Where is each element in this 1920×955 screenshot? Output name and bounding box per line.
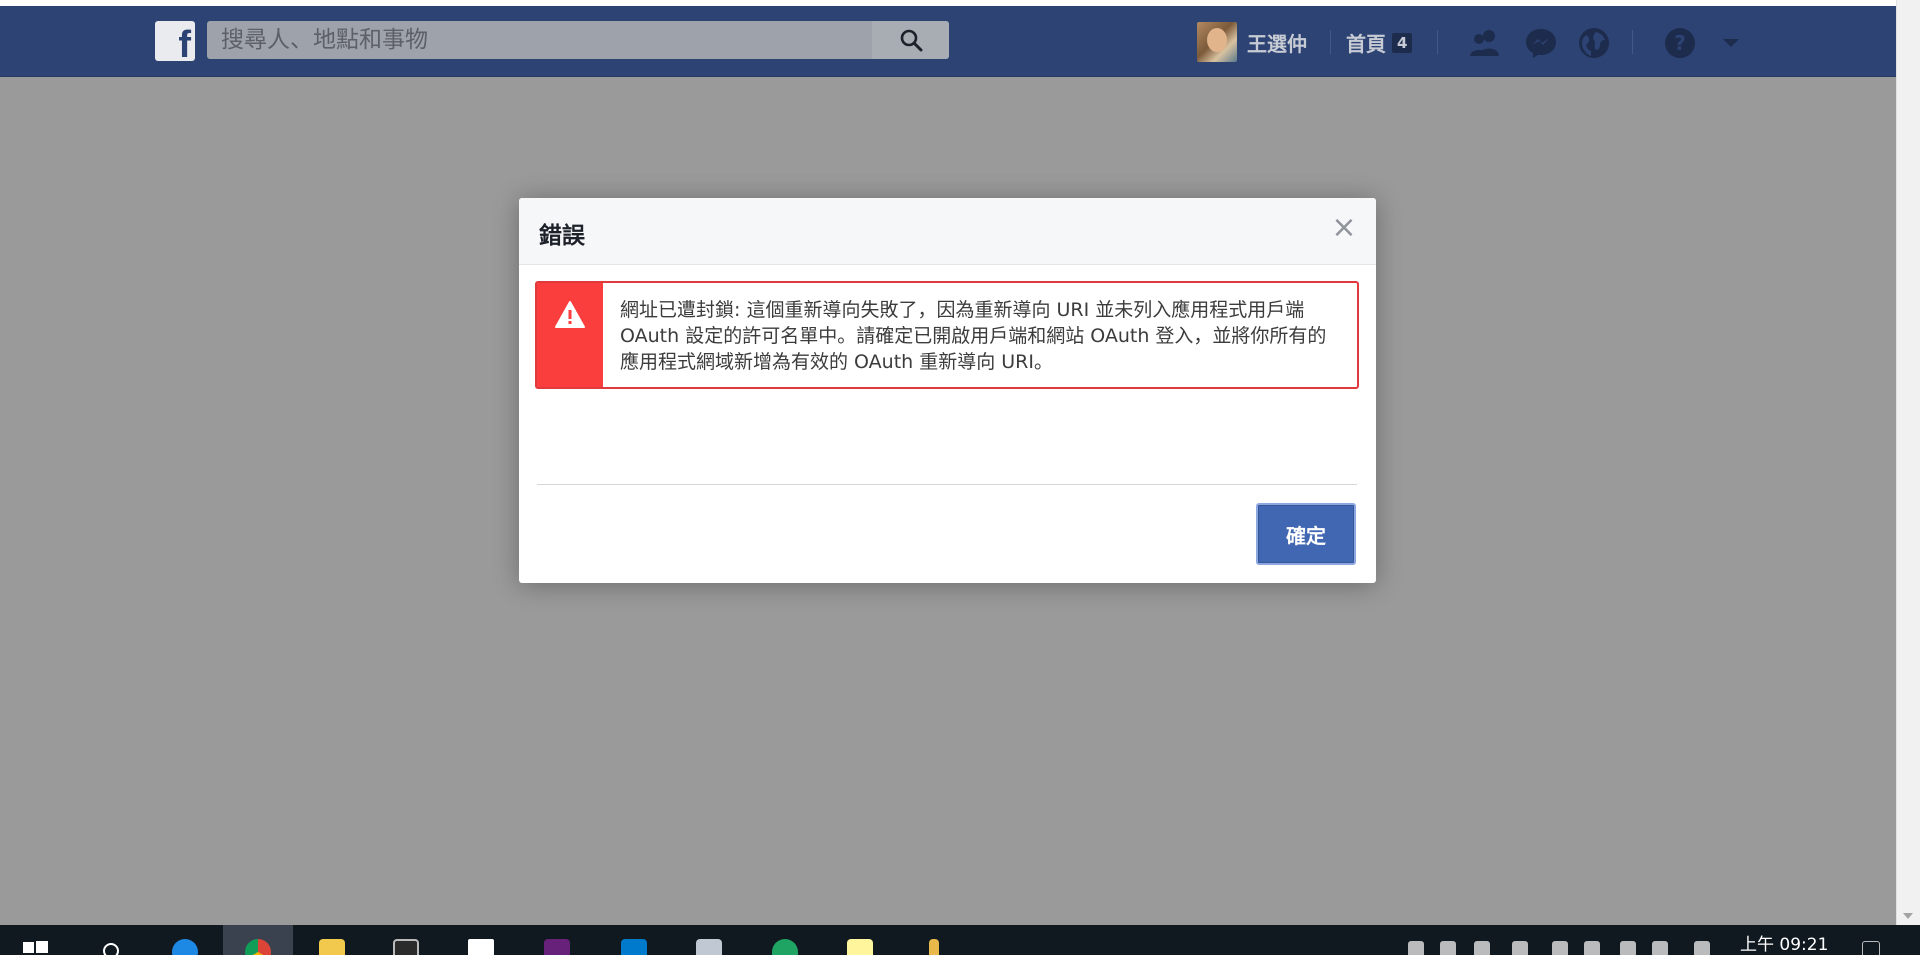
taskbar-sticky-notes[interactable] xyxy=(825,925,895,955)
home-link[interactable]: 首頁 4 xyxy=(1346,28,1413,57)
app-icon xyxy=(929,939,939,955)
photos-icon xyxy=(696,939,722,955)
messenger-icon[interactable] xyxy=(1524,26,1558,60)
windows-start-icon xyxy=(23,941,48,953)
help-icon[interactable]: ? xyxy=(1663,26,1697,60)
home-label: 首頁 xyxy=(1346,32,1386,56)
google-drive-icon xyxy=(772,939,798,955)
profile-link[interactable]: 王選仲 xyxy=(1197,22,1307,62)
tray-chevron-up-icon[interactable] xyxy=(1408,941,1424,955)
action-center-icon[interactable] xyxy=(1862,941,1880,955)
tray-battery-icon[interactable] xyxy=(1512,941,1528,955)
mail-icon xyxy=(468,939,494,955)
tray-app-icon[interactable] xyxy=(1440,941,1456,955)
warning-icon xyxy=(555,301,585,328)
dialog-divider xyxy=(537,484,1357,485)
terminal-icon xyxy=(393,939,419,955)
taskbar-edge[interactable] xyxy=(150,925,220,955)
windows-taskbar: 上午 09:21 xyxy=(0,925,1920,955)
error-message-text: 網址已遭封鎖: 這個重新導向失敗了，因為重新導向 URI 並未列入應用程式用戶端… xyxy=(620,299,1327,373)
visual-studio-icon xyxy=(544,939,570,955)
start-button[interactable] xyxy=(0,925,70,955)
vscode-icon xyxy=(621,939,647,955)
nav-divider xyxy=(1330,30,1331,54)
close-icon[interactable]: × xyxy=(1330,213,1358,243)
profile-name: 王選仲 xyxy=(1247,31,1307,56)
browser-viewport: f 王選仲 首頁 4 xyxy=(0,0,1896,925)
page-scrollbar[interactable] xyxy=(1896,0,1920,925)
confirm-button[interactable]: 確定 xyxy=(1256,503,1356,565)
file-explorer-icon xyxy=(319,939,345,955)
tray-ime-mode-icon[interactable] xyxy=(1694,941,1710,955)
edge-icon xyxy=(172,939,198,955)
tray-volume-icon[interactable] xyxy=(1584,941,1600,955)
taskbar-visual-studio[interactable] xyxy=(522,925,592,955)
error-dialog: 錯誤 × 網址已遭封鎖: 這個重新導向失敗了，因為重新導向 URI 並未列入應用… xyxy=(519,198,1376,583)
home-count-badge: 4 xyxy=(1392,32,1413,53)
taskbar-vscode[interactable] xyxy=(599,925,669,955)
facebook-top-bar: f 王選仲 首頁 4 xyxy=(0,6,1896,77)
search-button[interactable] xyxy=(872,21,949,59)
scroll-down-arrow-icon[interactable] xyxy=(1903,913,1913,919)
nav-divider xyxy=(1437,30,1438,54)
chrome-icon xyxy=(245,939,271,955)
facebook-logo-icon[interactable]: f xyxy=(155,21,195,61)
taskbar-search-button[interactable] xyxy=(76,925,146,955)
search-box xyxy=(207,21,949,59)
friend-requests-icon[interactable] xyxy=(1468,26,1502,60)
search-input[interactable] xyxy=(207,21,872,59)
error-message-box: 網址已遭封鎖: 這個重新導向失敗了，因為重新導向 URI 並未列入應用程式用戶端… xyxy=(535,281,1359,389)
search-icon xyxy=(103,943,119,955)
tray-network-icon[interactable] xyxy=(1552,941,1568,955)
notifications-globe-icon[interactable] xyxy=(1577,26,1611,60)
taskbar-app[interactable] xyxy=(899,925,969,955)
tray-google-drive-icon[interactable] xyxy=(1620,941,1636,955)
taskbar-photos[interactable] xyxy=(674,925,744,955)
tray-dropbox-icon[interactable] xyxy=(1474,941,1490,955)
taskbar-terminal[interactable] xyxy=(371,925,441,955)
taskbar-google-drive[interactable] xyxy=(750,925,820,955)
search-icon xyxy=(900,29,922,52)
account-menu-chevron-down-icon[interactable] xyxy=(1714,26,1748,60)
svg-text:?: ? xyxy=(1674,31,1686,55)
taskbar-mail[interactable] xyxy=(446,925,516,955)
avatar xyxy=(1197,22,1237,62)
dialog-header: 錯誤 × xyxy=(519,198,1376,265)
dialog-title: 錯誤 xyxy=(539,223,585,249)
sticky-notes-icon xyxy=(847,939,873,955)
tray-input-method-icon[interactable] xyxy=(1652,941,1668,955)
taskbar-chrome[interactable] xyxy=(223,925,293,955)
error-icon-column xyxy=(537,283,603,387)
taskbar-file-explorer[interactable] xyxy=(297,925,367,955)
nav-divider xyxy=(1632,30,1633,54)
taskbar-clock[interactable]: 上午 09:21 xyxy=(1740,930,1828,955)
